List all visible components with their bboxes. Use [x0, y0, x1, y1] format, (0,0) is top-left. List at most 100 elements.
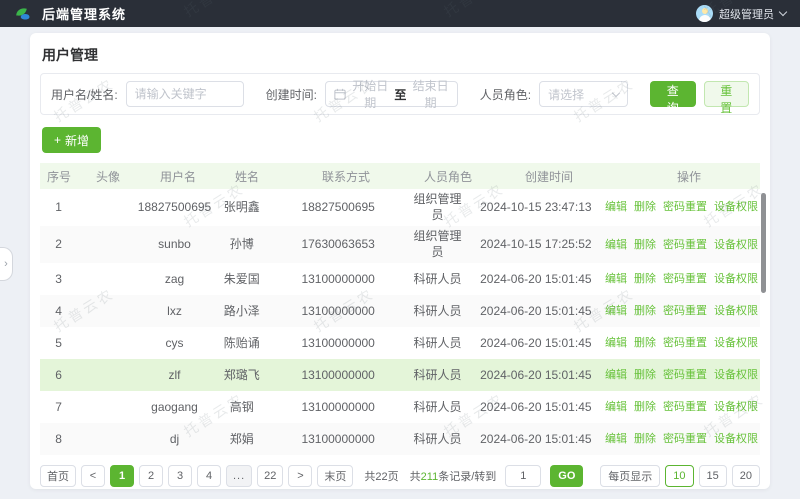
- last-page-button[interactable]: 末页: [317, 465, 353, 487]
- table-row[interactable]: 6zlf郑璐飞13100000000科研人员2024-06-20 15:01:4…: [40, 359, 760, 391]
- actions-cell: 编辑删除密码重置设备权限: [603, 301, 760, 321]
- table-row[interactable]: 7gaogang高钢13100000000科研人员2024-06-20 15:0…: [40, 391, 760, 423]
- action-delete[interactable]: 删除: [634, 400, 656, 414]
- plus-icon: +: [54, 133, 61, 147]
- action-delete[interactable]: 删除: [634, 336, 656, 350]
- action-reset-password[interactable]: 密码重置: [663, 272, 707, 286]
- username-cell: cys: [136, 333, 214, 355]
- action-reset-password[interactable]: 密码重置: [663, 200, 707, 214]
- action-reset-password[interactable]: 密码重置: [663, 400, 707, 414]
- action-delete[interactable]: 删除: [634, 238, 656, 252]
- created-cell: 2024-10-15 17:25:52: [469, 234, 603, 256]
- prev-page-button[interactable]: <: [81, 465, 105, 487]
- avatar-cell: [77, 340, 135, 346]
- role-select-placeholder: 请选择: [548, 86, 584, 103]
- action-edit[interactable]: 编辑: [605, 432, 627, 446]
- row-no: 8: [40, 429, 77, 451]
- role-cell: 科研人员: [406, 429, 468, 451]
- table-row[interactable]: 5cys陈贻诵13100000000科研人员2024-06-20 15:01:4…: [40, 327, 760, 359]
- action-delete[interactable]: 删除: [634, 272, 656, 286]
- goto-page-input[interactable]: [505, 465, 541, 487]
- role-cell: 科研人员: [406, 397, 468, 419]
- watermark-text: 托普云农: [310, 494, 378, 499]
- action-device-permission[interactable]: 设备权限: [714, 432, 758, 446]
- page-number-button[interactable]: 1: [110, 465, 134, 487]
- start-date-placeholder[interactable]: 开始日期: [352, 77, 388, 111]
- action-edit[interactable]: 编辑: [605, 238, 627, 252]
- name-cell: 张明鑫: [213, 197, 270, 219]
- action-edit[interactable]: 编辑: [605, 400, 627, 414]
- action-delete[interactable]: 删除: [634, 200, 656, 214]
- contact-cell: 13100000000: [270, 429, 406, 451]
- page-number-button[interactable]: 2: [139, 465, 163, 487]
- total-records-text: 共211条记录/转到: [410, 468, 497, 484]
- action-reset-password[interactable]: 密码重置: [663, 368, 707, 382]
- table-row[interactable]: 3zag朱爱国13100000000科研人员2024-06-20 15:01:4…: [40, 263, 760, 295]
- per-page-options: 10 1520: [665, 465, 760, 487]
- row-no: 1: [40, 197, 77, 219]
- pagination-controls: 首页 < 1234...22 > 末页 共22页 共211条记录/转到 GO: [40, 465, 583, 487]
- created-cell: 2024-06-20 15:01:45: [469, 397, 603, 419]
- first-page-button[interactable]: 首页: [40, 465, 76, 487]
- per-page-option-10[interactable]: 10: [665, 465, 693, 487]
- action-delete[interactable]: 删除: [634, 368, 656, 382]
- action-device-permission[interactable]: 设备权限: [714, 200, 758, 214]
- table-row[interactable]: 8dj郑娟13100000000科研人员2024-06-20 15:01:45编…: [40, 423, 760, 455]
- action-edit[interactable]: 编辑: [605, 304, 627, 318]
- per-page-selector: 每页显示 101520: [600, 465, 760, 487]
- action-device-permission[interactable]: 设备权限: [714, 368, 758, 382]
- name-cell: 陈贻诵: [213, 333, 270, 355]
- row-no: 3: [40, 269, 77, 291]
- end-date-placeholder[interactable]: 结束日期: [412, 77, 448, 111]
- action-edit[interactable]: 编辑: [605, 336, 627, 350]
- table-row[interactable]: 4lxz路小泽13100000000科研人员2024-06-20 15:01:4…: [40, 295, 760, 327]
- per-page-option-15[interactable]: 15: [699, 465, 727, 487]
- role-select[interactable]: 请选择: [539, 81, 628, 107]
- chevron-down-icon: [612, 89, 620, 97]
- username-cell: 18827500695: [136, 197, 214, 219]
- page-number-button[interactable]: 22: [257, 465, 283, 487]
- action-device-permission[interactable]: 设备权限: [714, 336, 758, 350]
- page-number-button[interactable]: 3: [168, 465, 192, 487]
- next-page-button[interactable]: >: [288, 465, 312, 487]
- action-reset-password[interactable]: 密码重置: [663, 336, 707, 350]
- role-cell: 科研人员: [406, 269, 468, 291]
- col-header-contact: 联系方式: [276, 168, 416, 185]
- avatar-cell: [77, 276, 135, 282]
- col-header-actions: 操作: [618, 168, 760, 185]
- sidebar-expand-handle[interactable]: ›: [0, 247, 13, 281]
- action-reset-password[interactable]: 密码重置: [663, 238, 707, 252]
- action-edit[interactable]: 编辑: [605, 272, 627, 286]
- reset-button[interactable]: 重置: [704, 81, 749, 107]
- action-reset-password[interactable]: 密码重置: [663, 432, 707, 446]
- created-cell: 2024-06-20 15:01:45: [469, 429, 603, 451]
- col-header-no: 序号: [40, 168, 78, 185]
- add-button-label: 新增: [65, 132, 89, 149]
- action-delete[interactable]: 删除: [634, 432, 656, 446]
- action-reset-password[interactable]: 密码重置: [663, 304, 707, 318]
- date-range-picker[interactable]: 开始日期 至 结束日期: [325, 81, 458, 107]
- action-device-permission[interactable]: 设备权限: [714, 304, 758, 318]
- name-filter-input[interactable]: [126, 81, 244, 107]
- name-filter-label: 用户名/姓名:: [51, 86, 118, 103]
- avatar-cell: [77, 242, 135, 248]
- search-button[interactable]: 查询: [650, 81, 695, 107]
- action-device-permission[interactable]: 设备权限: [714, 238, 758, 252]
- go-button[interactable]: GO: [550, 465, 583, 487]
- user-menu[interactable]: 超级管理员: [696, 5, 786, 22]
- page-ellipsis-button[interactable]: ...: [226, 465, 252, 487]
- vertical-scrollbar-thumb[interactable]: [761, 193, 766, 293]
- action-device-permission[interactable]: 设备权限: [714, 400, 758, 414]
- page-number-button[interactable]: 4: [197, 465, 221, 487]
- action-delete[interactable]: 删除: [634, 304, 656, 318]
- per-page-option-20[interactable]: 20: [732, 465, 760, 487]
- table-row[interactable]: 118827500695张明鑫18827500695组织管理员2024-10-1…: [40, 189, 760, 226]
- add-user-button[interactable]: + 新增: [42, 127, 101, 153]
- action-device-permission[interactable]: 设备权限: [714, 272, 758, 286]
- table-body: 118827500695张明鑫18827500695组织管理员2024-10-1…: [40, 189, 760, 455]
- record-count: 211: [421, 471, 439, 483]
- date-range-separator: 至: [394, 86, 406, 103]
- action-edit[interactable]: 编辑: [605, 368, 627, 382]
- action-edit[interactable]: 编辑: [605, 200, 627, 214]
- table-row[interactable]: 2sunbo孙博17630063653组织管理员2024-10-15 17:25…: [40, 226, 760, 263]
